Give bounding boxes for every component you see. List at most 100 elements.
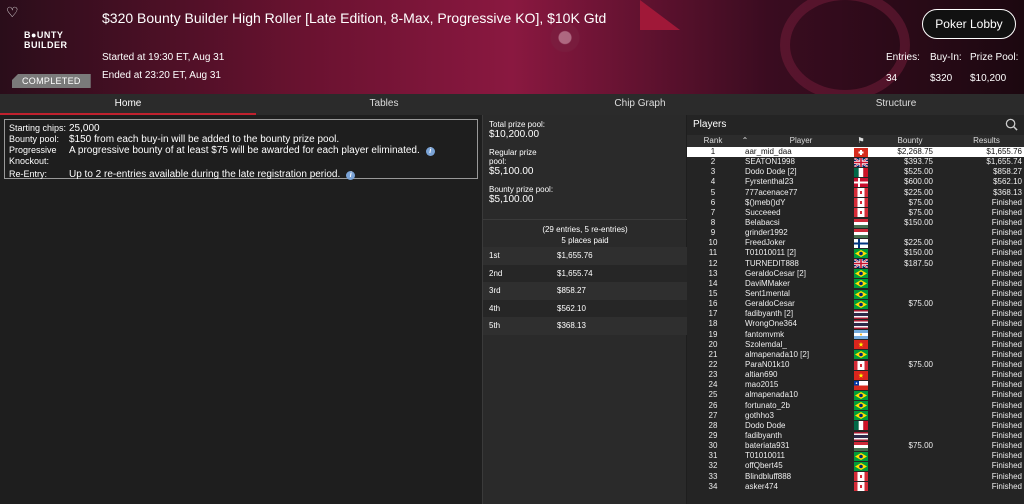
player-row[interactable]: 26 fortunato_2b Finished bbox=[687, 401, 1024, 411]
country-flag-icon bbox=[851, 461, 871, 471]
player-row[interactable]: 3 Dodo Dode [2] $525.00 $858.27 bbox=[687, 167, 1024, 177]
poker-lobby-button[interactable]: Poker Lobby bbox=[922, 9, 1016, 39]
player-bounty: $600.00 bbox=[904, 177, 933, 187]
player-result: $1,655.76 bbox=[986, 147, 1022, 156]
payout-amount: $1,655.76 bbox=[557, 251, 593, 261]
player-name: SEATON1998 bbox=[745, 157, 795, 167]
player-rank: 31 bbox=[708, 451, 718, 461]
tab-home[interactable]: Home bbox=[0, 94, 256, 115]
player-row[interactable]: 9 grinder1992 Finished bbox=[687, 228, 1024, 238]
player-row[interactable]: 21 almapenada10 [2] Finished bbox=[687, 350, 1024, 360]
player-bounty bbox=[871, 401, 937, 411]
player-row[interactable]: 8 Belabacsi $150.00 Finished bbox=[687, 218, 1024, 228]
info-starting-chips: Starting chips: 25,000 bbox=[9, 123, 100, 134]
player-row[interactable]: 2 SEATON1998 $393.75 $1,655.74 bbox=[687, 157, 1024, 167]
player-row[interactable]: 7 Succeeed $75.00 Finished bbox=[687, 208, 1024, 218]
tab-tables[interactable]: Tables bbox=[256, 94, 512, 115]
info-icon[interactable]: i bbox=[346, 171, 356, 180]
player-name: 777acenace77 bbox=[745, 187, 798, 197]
col-results[interactable]: Results bbox=[949, 135, 1024, 147]
col-player[interactable]: Player bbox=[751, 135, 851, 147]
end-time: Ended at 23:20 ET, Aug 31 bbox=[102, 70, 221, 81]
player-row[interactable]: 13 GeraldoCesar [2] Finished bbox=[687, 269, 1024, 279]
tab-chip-graph[interactable]: Chip Graph bbox=[512, 94, 768, 115]
buyin-stat: Buy-In: $320 bbox=[930, 52, 962, 84]
player-row[interactable]: 15 Sent1mental Finished bbox=[687, 289, 1024, 299]
player-bounty: $2,268.75 bbox=[897, 147, 933, 156]
player-row[interactable]: 1 aar_mid_daa $2,268.75 $1,655.76 bbox=[687, 147, 1024, 158]
player-row[interactable]: 10 FreedJoker $225.00 Finished bbox=[687, 238, 1024, 248]
player-rank: 12 bbox=[708, 258, 718, 268]
player-row[interactable]: 27 gothho3 Finished bbox=[687, 411, 1024, 421]
col-bounty[interactable]: Bounty bbox=[871, 135, 949, 147]
country-flag-icon bbox=[851, 421, 871, 431]
player-rank: 34 bbox=[708, 481, 718, 491]
col-rank[interactable]: Rank bbox=[687, 135, 739, 147]
player-row[interactable]: 11 T01010011 [2] $150.00 Finished bbox=[687, 248, 1024, 258]
player-row[interactable]: 16 GeraldoCesar $75.00 Finished bbox=[687, 299, 1024, 309]
player-row[interactable]: 22 ParaN01k10 $75.00 Finished bbox=[687, 360, 1024, 370]
sort-chevron-up-icon[interactable]: ⌃ bbox=[739, 135, 751, 147]
player-rank: 27 bbox=[708, 410, 718, 420]
player-name: fortunato_2b bbox=[745, 400, 790, 410]
player-name: FreedJoker bbox=[745, 238, 786, 248]
player-rank: 24 bbox=[708, 380, 718, 390]
player-rank: 14 bbox=[708, 278, 718, 288]
tournament-header: ♡ B●UNTY BUILDER $320 Bounty Builder Hig… bbox=[0, 0, 1024, 94]
country-flag-icon bbox=[851, 188, 871, 198]
player-bounty: $393.75 bbox=[904, 157, 933, 167]
player-rank: 6 bbox=[710, 197, 716, 207]
player-row[interactable]: 29 fadibyanth Finished bbox=[687, 431, 1024, 441]
player-row[interactable]: 33 Blindbluff888 Finished bbox=[687, 472, 1024, 482]
player-rank: 29 bbox=[708, 430, 718, 440]
player-row[interactable]: 28 Dodo Dode Finished bbox=[687, 421, 1024, 431]
player-bounty: $525.00 bbox=[904, 167, 933, 177]
player-row[interactable]: 14 DaviMMaker Finished bbox=[687, 279, 1024, 289]
player-name: $()meb()dY bbox=[745, 197, 786, 207]
player-row[interactable]: 30 bateriata931 $75.00 Finished bbox=[687, 441, 1024, 451]
player-rank: 26 bbox=[708, 400, 718, 410]
player-row[interactable]: 4 Fyrstenthal23 $600.00 $562.10 bbox=[687, 177, 1024, 187]
player-row[interactable]: 24 mao2015 Finished bbox=[687, 380, 1024, 390]
player-row[interactable]: 31 T01010011 Finished bbox=[687, 451, 1024, 461]
tab-structure[interactable]: Structure bbox=[768, 94, 1024, 115]
player-row[interactable]: 32 offQbert45 Finished bbox=[687, 461, 1024, 471]
entries-stat: Entries: 34 bbox=[886, 52, 920, 84]
player-row[interactable]: 34 asker474 Finished bbox=[687, 482, 1024, 492]
player-name: Belabacsi bbox=[745, 217, 780, 227]
bounty-prize-pool-value: $5,100.00 bbox=[489, 194, 534, 205]
country-flag-icon bbox=[851, 340, 871, 350]
country-flag-icon bbox=[851, 279, 871, 289]
player-row[interactable]: 20 Szolemdal_ Finished bbox=[687, 340, 1024, 350]
player-row[interactable]: 6 $()meb()dY $75.00 Finished bbox=[687, 198, 1024, 208]
player-row[interactable]: 12 TURNEDIT888 $187.50 Finished bbox=[687, 259, 1024, 269]
info-icon[interactable]: i bbox=[425, 147, 435, 156]
player-name: GeraldoCesar bbox=[745, 299, 795, 309]
country-flag-icon bbox=[851, 269, 871, 279]
player-row[interactable]: 19 fantomvmk Finished bbox=[687, 330, 1024, 340]
player-row[interactable]: 25 almapenada10 Finished bbox=[687, 390, 1024, 400]
player-row[interactable]: 17 fadibyanth [2] Finished bbox=[687, 309, 1024, 319]
player-rank: 3 bbox=[710, 167, 716, 177]
player-result: Finished bbox=[991, 207, 1022, 217]
country-flag-icon bbox=[851, 289, 871, 299]
player-rank: 8 bbox=[710, 217, 716, 227]
player-result: Finished bbox=[991, 451, 1022, 461]
favorite-heart-icon[interactable]: ♡ bbox=[6, 4, 19, 21]
tournament-title: $320 Bounty Builder High Roller [Late Ed… bbox=[102, 10, 607, 26]
player-bounty: $150.00 bbox=[904, 248, 933, 258]
flag-column-icon[interactable]: ⚑ bbox=[851, 135, 871, 147]
player-row[interactable]: 18 WrongOne364 Finished bbox=[687, 319, 1024, 329]
player-rank: 18 bbox=[708, 319, 718, 329]
player-row[interactable]: 23 altian690 Finished bbox=[687, 370, 1024, 380]
player-result: Finished bbox=[991, 441, 1022, 451]
player-name: Succeeed bbox=[745, 207, 781, 217]
player-bounty bbox=[871, 411, 937, 421]
player-row[interactable]: 5 777acenace77 $225.00 $368.13 bbox=[687, 188, 1024, 198]
player-name: bateriata931 bbox=[745, 441, 790, 451]
player-name: Dodo Dode [2] bbox=[745, 167, 797, 177]
player-name: T01010011 bbox=[745, 451, 785, 461]
search-icon[interactable] bbox=[1005, 118, 1018, 131]
player-bounty bbox=[871, 279, 937, 289]
player-name: Sent1mental bbox=[745, 288, 790, 298]
